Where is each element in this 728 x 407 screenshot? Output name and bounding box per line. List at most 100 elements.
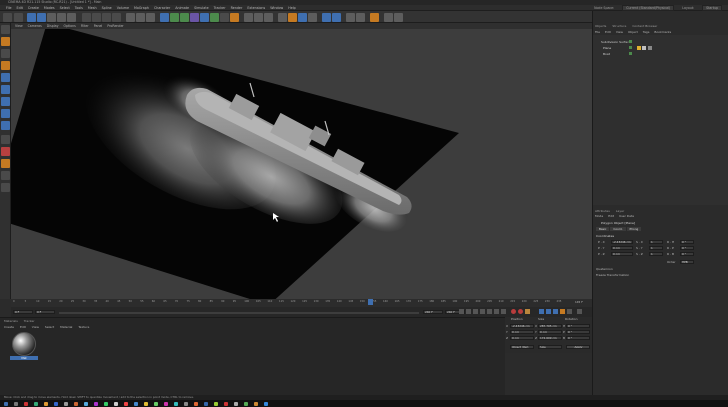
app-icon[interactable] [94, 401, 98, 406]
objects-menu-item[interactable]: Bookmarks [654, 30, 671, 34]
snapping-icon[interactable] [1, 171, 10, 180]
attribute-subtab[interactable]: Phong [626, 227, 642, 231]
autokey-icon[interactable] [518, 309, 523, 314]
rotation-b-field[interactable]: 0 ° [566, 336, 590, 340]
size-mode-select[interactable]: Size [538, 345, 562, 349]
app-icon[interactable] [174, 401, 178, 406]
app-icon[interactable] [214, 401, 218, 406]
viewport-solo-icon[interactable] [1, 159, 10, 168]
object-row-boat[interactable]: Boat [603, 52, 610, 56]
uv-edit-icon[interactable] [332, 12, 341, 22]
floor-icon[interactable] [210, 12, 219, 22]
uv-polygons-icon[interactable] [1, 121, 10, 130]
camera-icon[interactable] [220, 12, 229, 22]
material-menu-item[interactable]: View [32, 325, 39, 329]
parameter-key-icon[interactable] [560, 309, 565, 314]
make-editable-icon[interactable] [1, 25, 10, 34]
pz-field[interactable]: 0 cm [611, 252, 633, 256]
app-icon[interactable] [194, 401, 198, 406]
timeline-menu-icon[interactable] [577, 309, 582, 314]
back-arrow-icon[interactable] [384, 12, 393, 22]
px-field[interactable]: -2.43246 cm [611, 240, 633, 244]
points-icon[interactable] [1, 73, 10, 82]
visibility-dot-icon[interactable] [629, 52, 632, 55]
light-icon[interactable] [230, 12, 239, 22]
sx-field[interactable]: 1 [649, 240, 663, 244]
enable-axis-icon[interactable] [1, 135, 10, 144]
uv-points-icon[interactable] [1, 109, 10, 118]
rotation-p-field[interactable]: 0 ° [566, 330, 590, 334]
app-icon[interactable] [154, 401, 158, 406]
attributes-tab[interactable]: Attributes [595, 209, 610, 213]
app-icon[interactable] [84, 401, 88, 406]
attributes-menu-item[interactable]: Edit [608, 214, 614, 218]
material-tab[interactable]: Tracker [24, 319, 35, 323]
app-icon[interactable] [34, 401, 38, 406]
cloner-icon[interactable] [190, 12, 199, 22]
py-field[interactable]: 0 cm [611, 246, 633, 250]
app-icon[interactable] [164, 401, 168, 406]
objects-tab[interactable]: Content Browser [632, 24, 657, 28]
perspective-viewport[interactable] [11, 29, 592, 299]
objects-tab[interactable]: Structure [612, 24, 626, 28]
visibility-dot-icon[interactable] [629, 40, 632, 43]
app-icon[interactable] [44, 401, 48, 406]
render-view-icon[interactable] [126, 12, 135, 22]
position-z-field[interactable]: 0 cm [510, 336, 534, 340]
tweak-icon[interactable] [1, 147, 10, 156]
material-menu-item[interactable]: Material [60, 325, 72, 329]
start-icon[interactable] [4, 401, 8, 406]
next-frame-icon[interactable] [487, 309, 492, 314]
app-icon[interactable] [254, 401, 258, 406]
size-x-field[interactable]: 287.705 cm [538, 324, 562, 328]
objects-menu-item[interactable]: Tags [643, 30, 650, 34]
app-icon[interactable] [124, 401, 128, 406]
render-picture-viewer-icon[interactable] [136, 12, 145, 22]
ocean-tag-icon[interactable] [648, 46, 652, 50]
rh-field[interactable]: 0 ° [680, 240, 694, 244]
app-icon[interactable] [114, 401, 118, 406]
attribute-subtab[interactable]: Basic [596, 227, 610, 231]
live-selection-icon[interactable] [27, 12, 36, 22]
rp-field[interactable]: 0 ° [680, 246, 694, 250]
object-rel-select[interactable]: Object (Rel) [510, 345, 534, 349]
objects-menu-item[interactable]: Object [628, 30, 638, 34]
keyframe-selection-icon[interactable] [525, 309, 530, 314]
record-icon[interactable] [511, 309, 516, 314]
subdivision-icon[interactable] [180, 12, 189, 22]
recent-tools-icon[interactable] [67, 12, 76, 22]
app-icon[interactable] [54, 401, 58, 406]
app-icon[interactable] [184, 401, 188, 406]
workplane-mode-icon[interactable] [1, 61, 10, 70]
z-axis-icon[interactable] [102, 12, 111, 22]
app-icon[interactable] [264, 401, 268, 406]
x-axis-icon[interactable] [82, 12, 91, 22]
bodypaint-icon[interactable] [346, 12, 355, 22]
app-icon[interactable] [24, 401, 28, 406]
order-select[interactable]: HPB [680, 260, 694, 264]
play-icon[interactable] [480, 309, 485, 314]
forward-arrow-icon[interactable] [394, 12, 403, 22]
y-axis-icon[interactable] [92, 12, 101, 22]
max-frame-field[interactable]: 240 F [423, 310, 443, 314]
coordinate-system-icon[interactable] [112, 12, 121, 22]
app-icon[interactable] [134, 401, 138, 406]
model-mode-icon[interactable] [1, 37, 10, 46]
material-menu-item[interactable]: Select [45, 325, 54, 329]
deformer-icon[interactable] [200, 12, 209, 22]
position-x-field[interactable]: -2.43246 cm [510, 324, 534, 328]
freeze-section[interactable]: Freeze Transformation [596, 273, 629, 277]
material-menu-item[interactable]: Texture [78, 325, 89, 329]
quaternion-section[interactable]: Quaternion [596, 267, 613, 271]
previous-key-icon[interactable] [466, 309, 471, 314]
rotation-h-field[interactable]: 0 ° [566, 324, 590, 328]
objects-menu-item[interactable]: View [616, 30, 623, 34]
material-swatch[interactable] [12, 332, 36, 356]
attribute-subtab[interactable]: Coord. [610, 227, 626, 231]
object-row-plane[interactable]: Plane [603, 46, 611, 50]
objects-menu-item[interactable]: File [595, 30, 600, 34]
timeline[interactable]: 0 5 10 15 20 25 30 35 40 45 50 55 60 65 70 75 80 85 90 95 10… [11, 299, 592, 317]
points-mode-icon[interactable] [244, 12, 253, 22]
material-menu-item[interactable]: Create [4, 325, 14, 329]
material-tab[interactable]: Materials [4, 319, 18, 323]
